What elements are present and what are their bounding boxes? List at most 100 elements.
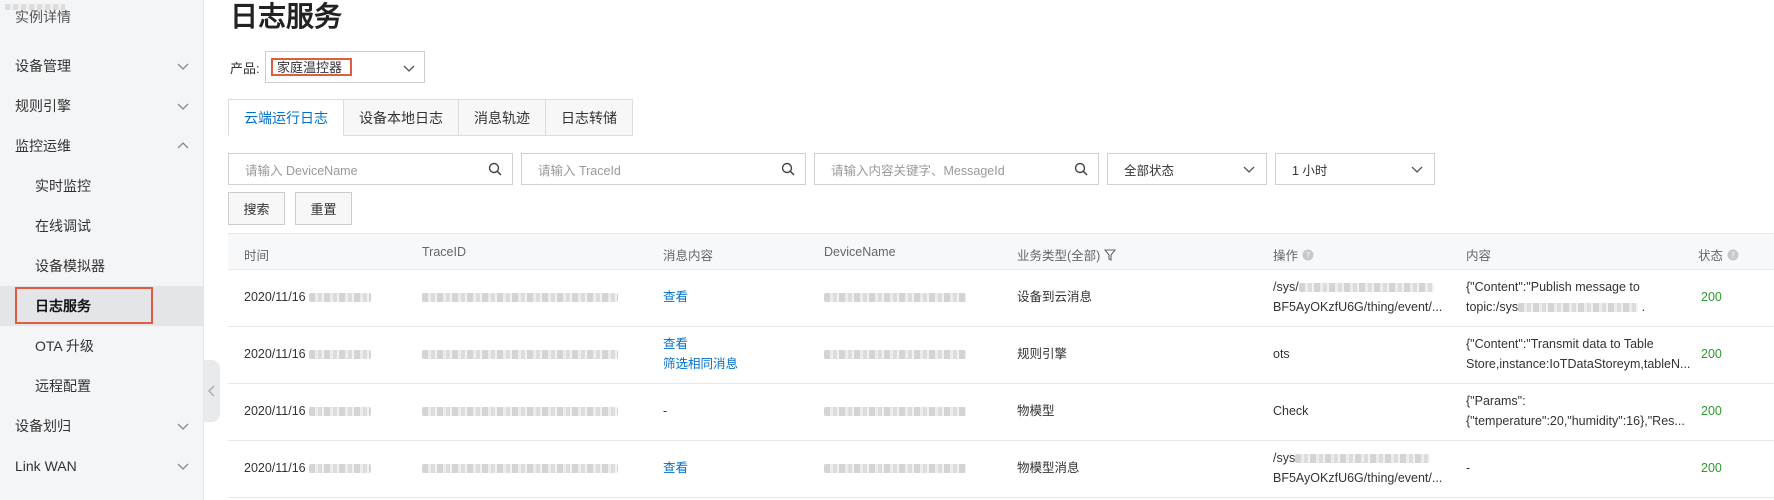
sidebar-item-label: OTA 升级	[35, 338, 94, 354]
sidebar-item-ota-upgrade[interactable]: OTA 升级	[0, 326, 204, 366]
device-name-input[interactable]: 请输入 DeviceName	[228, 153, 513, 185]
view-link[interactable]: 查看	[663, 288, 688, 307]
time-cell: 2020/11/16	[244, 459, 372, 478]
trace-id-placeholder: 请输入 TraceId	[538, 163, 621, 178]
device-name-cell	[824, 288, 966, 307]
status-select-value: 全部状态	[1124, 163, 1175, 178]
operation-cell: ots	[1273, 347, 1290, 361]
sidebar-item-remote-config[interactable]: 远程配置	[0, 366, 204, 406]
header-biz-type[interactable]: 业务类型(全部)	[1017, 245, 1117, 264]
content-cell-line2: {"temperature":20,"humidity":16},"Res...	[1466, 414, 1685, 428]
biz-type-cell: 物模型	[1017, 404, 1055, 418]
chevron-down-icon	[1411, 166, 1423, 173]
device-name-cell	[824, 459, 966, 478]
trace-id-cell	[422, 345, 618, 364]
sidebar-item-label: 监控运维	[15, 138, 71, 154]
biz-type-cell: 设备到云消息	[1017, 290, 1093, 304]
search-icon[interactable]	[1073, 161, 1089, 177]
operation-cell: /sys	[1273, 449, 1431, 468]
sidebar-item-label: 设备管理	[15, 58, 71, 74]
content-cell: {"Params":	[1466, 394, 1526, 408]
sidebar-item-label: 规则引擎	[15, 98, 71, 114]
sidebar-item-rule-engine[interactable]: 规则引擎	[0, 86, 204, 126]
sidebar-item-device-assignment[interactable]: 设备划归	[0, 406, 204, 446]
filter-same-message-link[interactable]: 筛选相同消息	[663, 355, 738, 374]
message-cell: -	[663, 404, 668, 418]
status-cell: 200	[1701, 347, 1722, 361]
sidebar-item-label: 在线调试	[35, 218, 91, 234]
time-cell: 2020/11/16	[244, 402, 372, 421]
content-cell: {"Content":"Publish message to	[1466, 280, 1640, 294]
reset-button[interactable]: 重置	[295, 192, 352, 225]
content-cell-line2: topic:/sys .	[1466, 300, 1646, 314]
chevron-down-icon	[177, 423, 189, 430]
main-content: 日志服务 产品: 家庭温控器 云端运行日志 设备本地日志 消息轨迹 日志转储 请…	[222, 0, 1774, 500]
time-cell: 2020/11/16	[244, 288, 372, 307]
trace-id-input[interactable]: 请输入 TraceId	[521, 153, 806, 185]
sidebar-item-label: 远程配置	[35, 378, 91, 394]
time-range-value: 1 小时	[1292, 163, 1328, 178]
sidebar-item-realtime-monitor[interactable]: 实时监控	[0, 166, 204, 206]
chevron-down-icon	[177, 103, 189, 110]
sidebar-item-device-simulator[interactable]: 设备模拟器	[0, 246, 204, 286]
header-message: 消息内容	[663, 249, 714, 263]
header-operation: 操作 ?	[1273, 245, 1314, 264]
sidebar-item-label: 设备模拟器	[35, 258, 105, 274]
table-header: 时间 TraceID 消息内容 DeviceName 业务类型(全部) 操作 ?…	[228, 233, 1774, 270]
content-cell-line2: Store,instance:IoTDataStoreym,tableN...	[1466, 357, 1691, 371]
view-link[interactable]: 查看	[663, 335, 688, 354]
help-icon[interactable]: ?	[1727, 249, 1739, 261]
sidebar-item-monitoring[interactable]: 监控运维	[0, 126, 204, 166]
trace-id-cell	[422, 288, 618, 307]
log-tabs: 云端运行日志 设备本地日志 消息轨迹 日志转储	[228, 99, 633, 136]
sidebar-item-device-management[interactable]: 设备管理	[0, 46, 204, 86]
sidebar-item-link-wan[interactable]: Link WAN	[0, 446, 204, 486]
header-status: 状态 ?	[1698, 245, 1739, 264]
device-name-cell	[824, 402, 966, 421]
search-icon[interactable]	[487, 161, 503, 177]
status-select[interactable]: 全部状态	[1107, 153, 1267, 185]
search-button[interactable]: 搜索	[228, 192, 285, 225]
svg-text:?: ?	[1306, 251, 1310, 260]
sidebar: 实例详情 设备管理 规则引擎 监控运维 实时监控 在线调试 设备模拟器 日志服务…	[0, 0, 204, 500]
help-icon[interactable]: ?	[1302, 249, 1314, 261]
svg-text:?: ?	[1731, 251, 1735, 260]
content-keyword-input[interactable]: 请输入内容关键字、MessageId	[814, 153, 1099, 185]
search-icon[interactable]	[780, 161, 796, 177]
table-row: 2020/11/16 查看 筛选相同消息 规则引擎 ots {"Content"…	[228, 327, 1774, 384]
page-title: 日志服务	[230, 1, 343, 32]
sidebar-collapse-handle[interactable]	[204, 360, 220, 422]
header-trace-id: TraceID	[422, 245, 466, 259]
table-row: 2020/11/16 - 物模型 Check {"Params": {"temp…	[228, 384, 1774, 441]
tab-device-local-log[interactable]: 设备本地日志	[344, 99, 459, 136]
tab-cloud-log[interactable]: 云端运行日志	[228, 99, 344, 136]
status-cell: 200	[1701, 290, 1722, 304]
chevron-down-icon	[177, 63, 189, 70]
status-cell: 200	[1701, 404, 1722, 418]
header-time: 时间	[244, 249, 270, 263]
view-link[interactable]: 查看	[663, 459, 688, 478]
content-cell: {"Content":"Transmit data to Table	[1466, 337, 1654, 351]
sidebar-item-online-debug[interactable]: 在线调试	[0, 206, 204, 246]
trace-id-cell	[422, 402, 618, 421]
trace-id-cell	[422, 459, 618, 478]
product-select[interactable]: 家庭温控器	[265, 51, 425, 83]
filter-icon[interactable]	[1104, 248, 1117, 261]
biz-type-cell: 规则引擎	[1017, 347, 1068, 361]
chevron-down-icon	[177, 463, 189, 470]
tab-log-dump[interactable]: 日志转储	[546, 99, 633, 136]
operation-cell-line2: BF5AyOKzfU6G/thing/event/...	[1273, 300, 1443, 314]
device-name-placeholder: 请输入 DeviceName	[245, 163, 358, 178]
content-cell: -	[1466, 461, 1471, 475]
time-cell: 2020/11/16	[244, 345, 372, 364]
operation-cell-line2: BF5AyOKzfU6G/thing/event/...	[1273, 471, 1443, 485]
highlight-box	[15, 287, 153, 324]
tab-message-trace[interactable]: 消息轨迹	[459, 99, 546, 136]
sidebar-item-instance-detail[interactable]: 实例详情	[0, 4, 204, 30]
time-range-select[interactable]: 1 小时	[1275, 153, 1435, 185]
chevron-down-icon	[1243, 166, 1255, 173]
device-name-cell	[824, 345, 966, 364]
chevron-up-icon	[177, 142, 189, 149]
header-device-name: DeviceName	[824, 245, 896, 259]
status-cell: 200	[1701, 461, 1722, 475]
